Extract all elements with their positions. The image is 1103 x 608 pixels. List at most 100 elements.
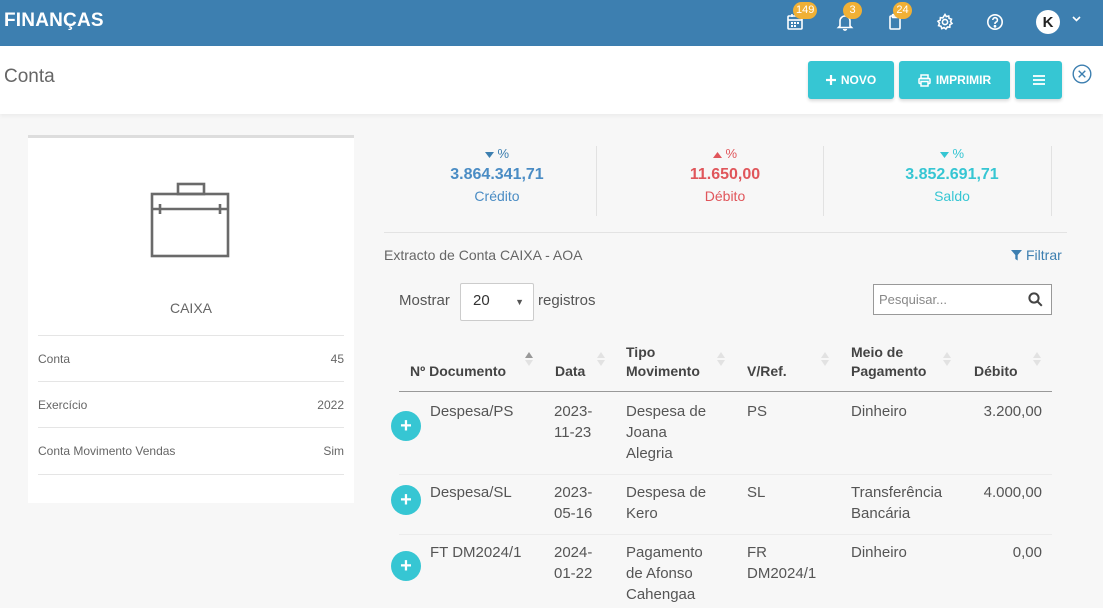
stat-credito: % 3.864.341,71 Crédito: [398, 146, 596, 216]
cell-documento: Despesa/SL: [430, 484, 512, 501]
app-brand[interactable]: FINANÇAS: [4, 10, 104, 32]
cell-documento: Despesa/PS: [430, 403, 514, 420]
expand-row-button[interactable]: +: [391, 551, 421, 581]
column-header-data[interactable]: Data: [555, 362, 585, 381]
chevron-down-icon[interactable]: [1071, 13, 1082, 27]
info-row-exercicio: Exercício 2022: [38, 381, 344, 427]
top-navbar: FINANÇAS 149 3 24 K: [0, 0, 1103, 46]
stat-credito-percent: %: [398, 146, 596, 164]
sort-icon[interactable]: [821, 352, 829, 366]
caret-down-icon: [939, 152, 949, 158]
cell-data: 2024- 01-22: [554, 544, 593, 582]
tasks-button[interactable]: 24: [883, 2, 912, 34]
cell-documento: FT DM2024/1: [430, 544, 522, 561]
caret-up-icon: [712, 152, 722, 158]
info-row-conta: Conta 45: [38, 335, 344, 381]
extract-title: Extracto de Conta CAIXA - AOA: [384, 247, 583, 263]
search-input[interactable]: [874, 285, 1024, 314]
settings-button[interactable]: [933, 10, 957, 34]
plus-icon: +: [400, 414, 412, 437]
filter-label: Filtrar: [1026, 247, 1062, 263]
records-label: registros: [538, 292, 596, 309]
info-label: Conta: [38, 351, 71, 366]
hamburger-icon: [1032, 75, 1045, 85]
help-icon: [987, 14, 1003, 30]
row-divider: [399, 534, 1052, 535]
info-label: Exercício: [38, 397, 88, 412]
sort-icon[interactable]: [525, 352, 533, 366]
column-header-debito[interactable]: Débito: [974, 362, 1018, 381]
show-label: Mostrar: [399, 292, 450, 309]
new-button-label: NOVO: [840, 73, 877, 87]
stat-divider: [596, 146, 597, 216]
page-size-select[interactable]: 20 ▼: [460, 283, 534, 321]
account-card: CAIXA Conta 45 Exercício 2022 Conta Movi…: [28, 135, 354, 503]
stat-debito: % 11.650,00 Débito: [626, 146, 824, 216]
divider: [384, 232, 1067, 233]
info-label: Conta Movimento Vendas: [38, 443, 176, 458]
plus-icon: [825, 75, 836, 85]
row-divider: [399, 474, 1052, 475]
column-header-tipo-line1[interactable]: Tipo: [626, 343, 655, 362]
column-header-documento[interactable]: Nº Documento: [410, 362, 506, 381]
page-header: Conta NOVO IMPRIMIR: [0, 46, 1103, 114]
cell-vref: PS: [747, 403, 768, 420]
sort-icon[interactable]: [1033, 352, 1041, 366]
filter-button[interactable]: Filtrar: [1011, 247, 1062, 263]
stat-divider: [823, 146, 824, 216]
column-header-meio-line1[interactable]: Meio de: [851, 343, 903, 362]
cell-meio: Transferência Bancária: [851, 484, 943, 522]
stat-credito-value: 3.864.341,71: [450, 166, 544, 183]
stat-debito-label: Débito: [704, 188, 746, 204]
print-button-label: IMPRIMIR: [935, 73, 992, 87]
cell-meio: Dinheiro: [851, 544, 907, 561]
calendar-notifications-button[interactable]: 149: [783, 2, 818, 34]
help-button[interactable]: [983, 10, 1007, 34]
cell-data: 2023- 05-16: [554, 484, 593, 522]
notifications-badge: 3: [843, 2, 862, 19]
info-row-movimento-vendas: Conta Movimento Vendas Sim: [38, 427, 344, 473]
sort-icon[interactable]: [717, 352, 725, 366]
divider: [38, 474, 344, 475]
stat-saldo-percent: %: [853, 146, 1051, 164]
tasks-badge: 24: [893, 2, 912, 19]
page-size-value: 20: [473, 292, 490, 309]
calendar-badge: 149: [793, 2, 818, 19]
stat-saldo: % 3.852.691,71 Saldo: [853, 146, 1051, 216]
account-name: CAIXA: [169, 300, 212, 316]
search-box: [873, 284, 1052, 315]
sort-icon[interactable]: [597, 352, 605, 366]
cell-tipo: Pagamento de Afonso Cahengaa: [626, 544, 703, 603]
caret-down-icon: [484, 152, 494, 158]
column-header-meio-line2[interactable]: Pagamento: [851, 362, 926, 381]
cell-vref: FR DM2024/1: [747, 544, 817, 582]
stat-credito-label: Crédito: [474, 188, 520, 204]
cell-meio: Dinheiro: [851, 403, 907, 420]
info-value: 2022: [317, 397, 344, 412]
caret-down-icon: ▼: [515, 297, 524, 307]
search-icon[interactable]: [1028, 292, 1043, 307]
notifications-button[interactable]: 3: [833, 2, 862, 34]
close-icon[interactable]: [1072, 64, 1092, 84]
column-header-vref[interactable]: V/Ref.: [747, 362, 787, 381]
expand-row-button[interactable]: +: [391, 485, 421, 515]
printer-icon: [918, 73, 931, 87]
user-avatar[interactable]: K: [1036, 10, 1060, 34]
cell-debito: 4.000,00: [983, 484, 1042, 501]
info-value: Sim: [323, 443, 344, 458]
print-button[interactable]: IMPRIMIR: [899, 61, 1010, 99]
cell-tipo: Despesa de Joana Alegria: [626, 403, 707, 462]
expand-row-button[interactable]: +: [391, 411, 421, 441]
briefcase-icon: [150, 182, 230, 258]
new-button[interactable]: NOVO: [808, 61, 894, 99]
cell-debito: 3.200,00: [983, 403, 1042, 420]
stat-saldo-value: 3.852.691,71: [905, 166, 999, 183]
info-value: 45: [330, 351, 344, 366]
cell-tipo: Despesa de Kero: [626, 484, 707, 522]
page-title: Conta: [4, 66, 55, 87]
stat-saldo-label: Saldo: [934, 188, 970, 204]
sort-icon[interactable]: [943, 352, 951, 366]
column-header-tipo-line2[interactable]: Movimento: [626, 362, 700, 381]
cell-vref: SL: [747, 484, 766, 501]
menu-button[interactable]: [1015, 61, 1062, 99]
